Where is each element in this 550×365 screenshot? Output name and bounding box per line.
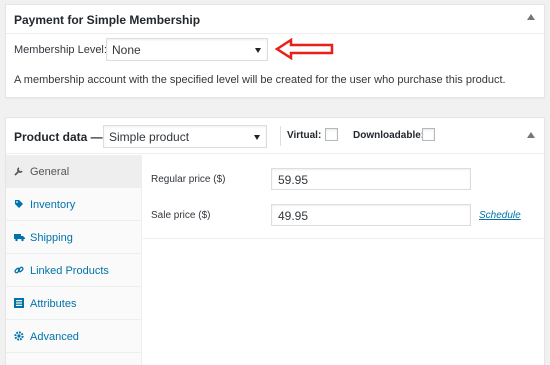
dropdown-arrow-icon (255, 48, 261, 53)
membership-level-label: Membership Level: (14, 44, 107, 56)
red-arrow-annotation-icon (275, 38, 334, 60)
regular-price-input[interactable]: 59.95 (271, 168, 471, 190)
regular-price-value: 59.95 (278, 173, 309, 187)
general-panel: Regular price ($) 59.95 Sale price ($) 4… (143, 155, 544, 239)
header-divider (280, 126, 281, 146)
gear-icon (14, 331, 24, 341)
tab-general[interactable]: General (6, 155, 142, 188)
truck-icon (14, 232, 25, 242)
product-data-tabs: General Inventory Shipping Linked Produc… (6, 155, 142, 365)
downloadable-checkbox[interactable] (422, 128, 435, 141)
product-data-title: Product data — (14, 130, 103, 144)
collapse-arrow-icon[interactable] (527, 132, 535, 138)
tab-label: Inventory (30, 199, 76, 211)
product-data-box: Product data — Simple product Virtual: D… (5, 117, 545, 365)
tab-label: Shipping (30, 232, 73, 244)
virtual-label: Virtual: (287, 130, 322, 141)
virtual-checkbox[interactable] (325, 128, 338, 141)
membership-level-select[interactable]: None (106, 38, 268, 61)
product-type-value: Simple product (109, 130, 190, 144)
sale-price-input[interactable]: 49.95 (271, 204, 471, 226)
product-type-select[interactable]: Simple product (103, 125, 267, 148)
link-icon (14, 265, 24, 275)
tab-label: Advanced (30, 331, 79, 343)
tab-label: Attributes (30, 298, 77, 310)
sale-price-value: 49.95 (278, 209, 309, 223)
dropdown-arrow-icon (254, 135, 260, 140)
wrench-icon (14, 166, 24, 176)
list-icon (14, 298, 24, 308)
schedule-link[interactable]: Schedule (479, 210, 521, 221)
tab-attributes[interactable]: Attributes (6, 287, 142, 320)
collapse-arrow-icon[interactable] (527, 14, 535, 20)
tab-advanced[interactable]: Advanced (6, 320, 142, 353)
regular-price-label: Regular price ($) (151, 174, 226, 185)
product-data-header: Product data — Simple product Virtual: D… (6, 118, 544, 154)
membership-box-header[interactable]: Payment for Simple Membership (6, 5, 544, 34)
membership-box-title: Payment for Simple Membership (14, 13, 201, 27)
tab-linked-products[interactable]: Linked Products (6, 254, 142, 287)
membership-level-value: None (112, 43, 141, 57)
tag-icon (14, 199, 24, 209)
tab-label: General (30, 166, 70, 178)
tab-inventory[interactable]: Inventory (6, 188, 142, 221)
tab-shipping[interactable]: Shipping (6, 221, 142, 254)
sale-price-label: Sale price ($) (151, 210, 211, 221)
tab-label: Linked Products (30, 265, 109, 277)
downloadable-label: Downloadable: (353, 130, 425, 141)
membership-description: A membership account with the specified … (14, 74, 506, 86)
